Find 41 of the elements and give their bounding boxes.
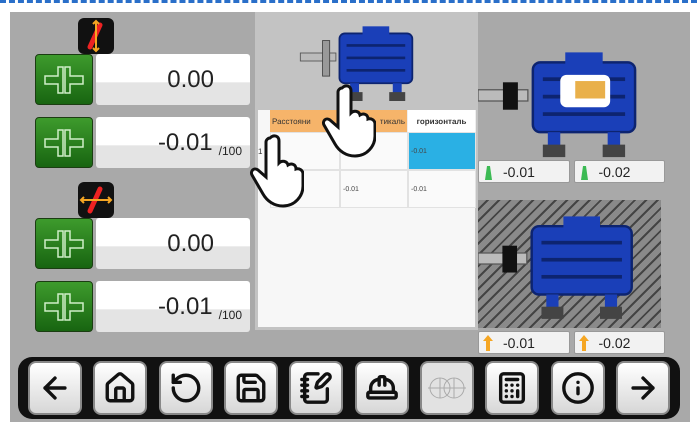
coupling-button[interactable] bbox=[35, 117, 93, 168]
operator-button[interactable] bbox=[354, 361, 409, 415]
home-button[interactable] bbox=[93, 361, 148, 415]
notes-icon bbox=[299, 371, 334, 405]
angle-gauge-icon bbox=[578, 164, 588, 180]
foot-value: -0.02 bbox=[598, 164, 630, 180]
horizontal-probe-icon[interactable] bbox=[78, 182, 114, 218]
notes-button[interactable] bbox=[289, 361, 344, 415]
coupling-button[interactable] bbox=[35, 281, 93, 332]
targets-icon bbox=[426, 376, 467, 400]
up-arrow-icon bbox=[483, 334, 493, 350]
reading-value: 0.00 bbox=[167, 230, 214, 258]
reading-value: -0.01 bbox=[158, 292, 213, 320]
save-icon bbox=[234, 371, 268, 405]
vertical-probe-icon[interactable] bbox=[78, 18, 114, 54]
rotate-icon bbox=[168, 371, 203, 405]
info-icon bbox=[560, 371, 595, 405]
reading-value: -0.01 bbox=[158, 128, 213, 156]
reading-value: 0.00 bbox=[167, 66, 214, 94]
home-icon bbox=[103, 371, 138, 405]
angle-gauge-icon bbox=[483, 164, 493, 180]
coupling-icon bbox=[42, 128, 86, 158]
info-button[interactable] bbox=[550, 361, 605, 415]
coupling-icon bbox=[42, 292, 86, 322]
next-arrow-button[interactable] bbox=[616, 361, 670, 415]
coupling-icon bbox=[42, 64, 86, 94]
save-button[interactable] bbox=[224, 361, 278, 415]
row-index: 1 bbox=[258, 146, 264, 158]
foot-value: -0.02 bbox=[598, 334, 630, 350]
up-arrow-icon bbox=[578, 334, 588, 350]
rotate-button[interactable] bbox=[158, 361, 213, 415]
coupling-button[interactable] bbox=[35, 54, 93, 105]
unit-label: /100 bbox=[218, 144, 242, 158]
unit-label: /100 bbox=[218, 308, 242, 322]
foot-value: -0.01 bbox=[503, 164, 535, 180]
column-header: горизонталь bbox=[408, 110, 476, 132]
back-arrow-button[interactable] bbox=[28, 361, 82, 415]
coupling-icon bbox=[42, 228, 86, 258]
foot-value: -0.01 bbox=[503, 334, 535, 350]
coupling-button[interactable] bbox=[35, 218, 93, 269]
calculator-button[interactable] bbox=[485, 361, 540, 415]
